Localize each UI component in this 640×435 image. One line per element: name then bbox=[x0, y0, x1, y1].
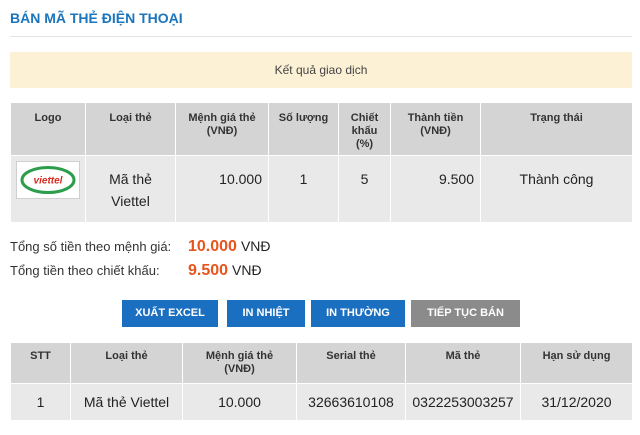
total-discounted: Tổng tiền theo chiết khấu: 9.500 VNĐ bbox=[10, 260, 262, 280]
col-header-serial: Serial thẻ bbox=[296, 342, 406, 384]
cell-logo: viettel bbox=[10, 155, 86, 223]
result-banner: Kết quả giao dịch bbox=[10, 52, 632, 88]
cell-card-type: Mã thẻ Viettel bbox=[85, 155, 176, 223]
col-header-face-value: Mệnh giá thẻ (VNĐ) bbox=[182, 342, 297, 384]
cell-face-value: 10.000 bbox=[175, 155, 269, 223]
cell-card-type: Mã thẻ Viettel bbox=[70, 383, 183, 421]
col-header-logo: Logo bbox=[10, 102, 86, 156]
cell-serial: 32663610108 bbox=[296, 383, 406, 421]
col-header-face-value: Mệnh giá thẻ (VNĐ) bbox=[175, 102, 269, 156]
col-header-quantity: Số lượng bbox=[268, 102, 339, 156]
cards-table: STT Loại thẻ Mệnh giá thẻ (VNĐ) Serial t… bbox=[10, 342, 633, 421]
page-title: BÁN MÃ THẺ ĐIỆN THOẠI bbox=[10, 10, 183, 26]
continue-selling-button[interactable]: TIẾP TỤC BÁN bbox=[411, 300, 520, 327]
col-header-amount: Thành tiền (VNĐ) bbox=[390, 102, 481, 156]
cell-status: Thành công bbox=[480, 155, 633, 223]
total-face-value-currency: VNĐ bbox=[240, 238, 271, 254]
table-row: viettel Mã thẻ Viettel 10.000 1 5 9.500 … bbox=[10, 155, 633, 223]
col-header-expiry: Hạn sử dụng bbox=[520, 342, 633, 384]
table-header-row: STT Loại thẻ Mệnh giá thẻ (VNĐ) Serial t… bbox=[10, 342, 633, 384]
transaction-table: Logo Loại thẻ Mệnh giá thẻ (VNĐ) Số lượn… bbox=[10, 102, 633, 223]
total-face-value-amount: 10.000 bbox=[188, 238, 237, 255]
cell-code: 0322253003257 bbox=[405, 383, 521, 421]
col-header-card-type: Loại thẻ bbox=[85, 102, 176, 156]
table-header-row: Logo Loại thẻ Mệnh giá thẻ (VNĐ) Số lượn… bbox=[10, 102, 633, 156]
col-header-index: STT bbox=[10, 342, 71, 384]
cell-discount: 5 bbox=[338, 155, 391, 223]
table-row: 1 Mã thẻ Viettel 10.000 32663610108 0322… bbox=[10, 383, 633, 421]
cell-index: 1 bbox=[10, 383, 71, 421]
title-divider bbox=[10, 36, 632, 37]
svg-text:viettel: viettel bbox=[34, 176, 63, 187]
total-discounted-label: Tổng tiền theo chiết khấu: bbox=[10, 263, 160, 278]
col-header-card-type: Loại thẻ bbox=[70, 342, 183, 384]
col-header-status: Trạng thái bbox=[480, 102, 633, 156]
col-header-discount: Chiết khấu (%) bbox=[338, 102, 391, 156]
cell-expiry: 31/12/2020 bbox=[520, 383, 633, 421]
cell-amount: 9.500 bbox=[390, 155, 481, 223]
total-face-value: Tổng số tiền theo mệnh giá: 10.000 VNĐ bbox=[10, 236, 271, 256]
col-header-code: Mã thẻ bbox=[405, 342, 521, 384]
viettel-logo-icon: viettel bbox=[20, 166, 76, 194]
total-discounted-currency: VNĐ bbox=[232, 262, 262, 278]
print-thermal-button[interactable]: IN NHIỆT bbox=[227, 300, 305, 327]
cell-face-value: 10.000 bbox=[182, 383, 297, 421]
cell-quantity: 1 bbox=[268, 155, 339, 223]
export-excel-button[interactable]: XUẤT EXCEL bbox=[122, 300, 218, 327]
print-normal-button[interactable]: IN THƯỜNG bbox=[311, 300, 405, 327]
total-discounted-amount: 9.500 bbox=[188, 262, 229, 279]
total-face-value-label: Tổng số tiền theo mệnh giá: bbox=[10, 239, 172, 254]
viettel-logo: viettel bbox=[16, 161, 80, 199]
